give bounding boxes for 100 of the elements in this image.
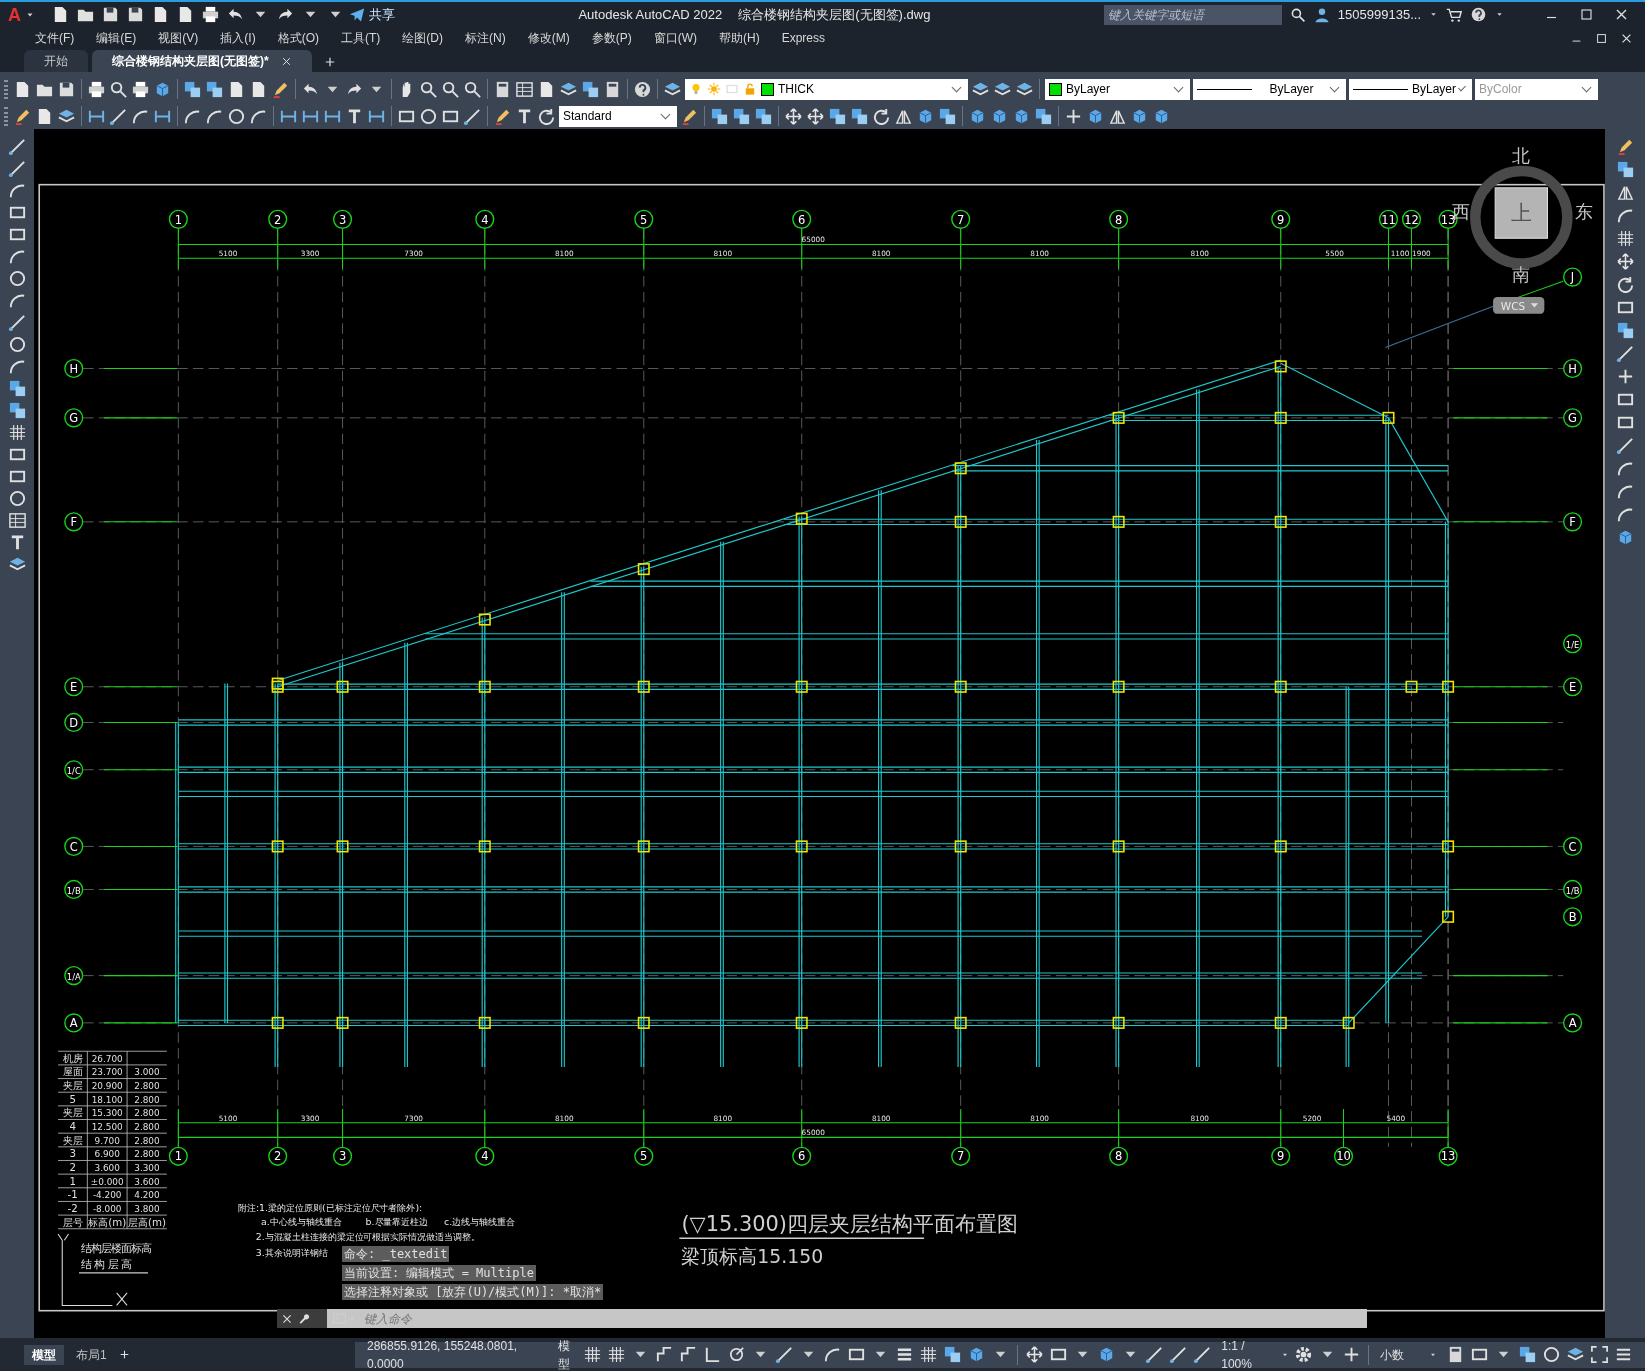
units-dropdown[interactable]: 小数 (1376, 1345, 1441, 1364)
move-icon[interactable] (806, 106, 825, 126)
printer-icon[interactable] (131, 79, 150, 99)
close-icon[interactable] (281, 1312, 293, 1325)
move-icon[interactable] (784, 106, 803, 126)
search-icon[interactable] (1289, 6, 1306, 23)
copy-icon[interactable] (828, 106, 847, 126)
line-icon[interactable] (1615, 436, 1635, 455)
copy-icon[interactable] (1615, 160, 1635, 179)
line-icon[interactable] (1169, 1345, 1189, 1364)
grid-icon[interactable] (919, 1345, 939, 1364)
copy-icon[interactable] (732, 106, 751, 126)
grid-icon[interactable] (607, 1345, 627, 1364)
menu-item[interactable]: 窗口(W) (642, 29, 708, 47)
copy-icon[interactable] (1518, 1345, 1537, 1364)
copy-icon[interactable] (205, 79, 224, 99)
copy-icon[interactable] (183, 79, 202, 99)
circle-icon[interactable] (227, 106, 246, 126)
caret-icon[interactable] (1495, 10, 1504, 19)
circle-icon[interactable] (7, 489, 27, 508)
menu-item[interactable]: 视图(V) (147, 29, 210, 47)
table-icon[interactable] (515, 79, 534, 99)
file-tab[interactable]: 开始 (24, 50, 88, 72)
close-icon[interactable] (280, 55, 292, 67)
linetype-dropdown[interactable]: ByLayer (1193, 78, 1346, 100)
menu-item[interactable]: 帮助(H) (708, 29, 771, 47)
copy-icon[interactable] (938, 106, 957, 126)
menu-item[interactable]: 修改(M) (516, 29, 581, 47)
copy-icon[interactable] (1615, 321, 1635, 340)
plus-icon[interactable] (118, 1349, 130, 1360)
grid-icon[interactable] (583, 1345, 603, 1364)
rotate-icon[interactable] (1615, 275, 1635, 294)
menu-item[interactable]: 绘图(D) (391, 29, 454, 47)
search-icon[interactable] (109, 79, 128, 99)
menu-item[interactable]: 格式(O) (266, 29, 330, 47)
menu-item[interactable]: 工具(T) (330, 29, 392, 47)
grid-icon[interactable] (7, 423, 27, 442)
caret-icon[interactable] (1429, 10, 1438, 19)
line-icon[interactable] (7, 137, 27, 156)
layout-tab[interactable]: 模型 (24, 1344, 64, 1365)
save-icon[interactable] (126, 5, 145, 24)
save-icon[interactable] (101, 5, 120, 24)
plus-icon[interactable] (323, 56, 336, 68)
user-name[interactable]: 1505999135... (1337, 4, 1421, 25)
copy-icon[interactable] (581, 79, 600, 99)
copy-icon[interactable] (754, 106, 773, 126)
help-icon[interactable] (633, 79, 652, 99)
compass-direction[interactable]: 南 (1512, 264, 1531, 286)
line-icon[interactable] (775, 1345, 795, 1364)
wrench-icon[interactable] (297, 1312, 310, 1325)
menu-item[interactable]: 插入(I) (209, 29, 267, 47)
rotate-icon[interactable] (537, 106, 556, 126)
search-icon[interactable] (463, 79, 482, 99)
fullscreen-icon[interactable] (1590, 1345, 1609, 1364)
coordinates-readout[interactable]: 286855.9126, 155248.0801, 0.0000 (367, 1336, 537, 1371)
line-icon[interactable] (109, 106, 128, 126)
line-icon[interactable] (1145, 1345, 1165, 1364)
model-space-button[interactable]: 模型 (549, 1336, 579, 1371)
line-icon[interactable] (7, 313, 27, 332)
share-button[interactable]: 共享 (349, 4, 395, 25)
copy-icon[interactable] (7, 379, 27, 398)
table-icon[interactable] (7, 511, 27, 530)
viewcube-face[interactable] (1494, 187, 1548, 239)
circle-icon[interactable] (7, 335, 27, 354)
annotation-scale[interactable]: 1:1 / 100% (1217, 1336, 1277, 1371)
printer-icon[interactable] (87, 79, 106, 99)
menu-item[interactable]: 文件(F) (24, 29, 86, 47)
maximize-icon[interactable] (1595, 31, 1608, 45)
copy-icon[interactable] (7, 401, 27, 420)
line-icon[interactable] (463, 106, 482, 126)
text-style-dropdown[interactable]: Standard (559, 105, 677, 127)
line-icon[interactable] (7, 159, 27, 178)
search-icon[interactable] (441, 79, 460, 99)
gear-icon[interactable] (1294, 1345, 1314, 1364)
grid-icon[interactable] (1615, 229, 1635, 248)
lineweight-dropdown[interactable]: ByLayer (1349, 78, 1472, 100)
menu-item[interactable]: 编辑(E) (85, 29, 148, 47)
color-dropdown[interactable]: ByLayer (1045, 78, 1190, 100)
circle-icon[interactable] (419, 106, 438, 126)
maximize-icon[interactable] (1579, 7, 1594, 22)
copy-icon[interactable] (1034, 106, 1053, 126)
copy-icon[interactable] (943, 1345, 963, 1364)
file-tab[interactable]: 综合楼钢结构夹层图(无图签)* (92, 50, 312, 72)
search-icon[interactable] (419, 79, 438, 99)
app-logo[interactable]: A (8, 5, 21, 24)
menu-item[interactable]: 参数(P) (580, 29, 643, 47)
copy-icon[interactable] (850, 106, 869, 126)
move-icon[interactable] (1025, 1345, 1045, 1364)
circle-icon[interactable] (7, 269, 27, 288)
menu-item[interactable]: 标注(N) (454, 29, 517, 47)
search-field[interactable]: 键入关键字或短语 (1103, 4, 1282, 25)
printer-icon[interactable] (201, 5, 220, 24)
line-icon[interactable] (1615, 344, 1635, 363)
layout-tab[interactable]: 布局1 (68, 1344, 115, 1365)
polar-icon[interactable] (727, 1345, 747, 1364)
menu-item[interactable]: Express (770, 29, 836, 47)
copy-icon[interactable] (710, 106, 729, 126)
cart-icon[interactable] (1446, 6, 1462, 23)
layer-dropdown[interactable]: THICK (685, 78, 968, 100)
compass-direction[interactable]: 东 (1575, 201, 1594, 223)
